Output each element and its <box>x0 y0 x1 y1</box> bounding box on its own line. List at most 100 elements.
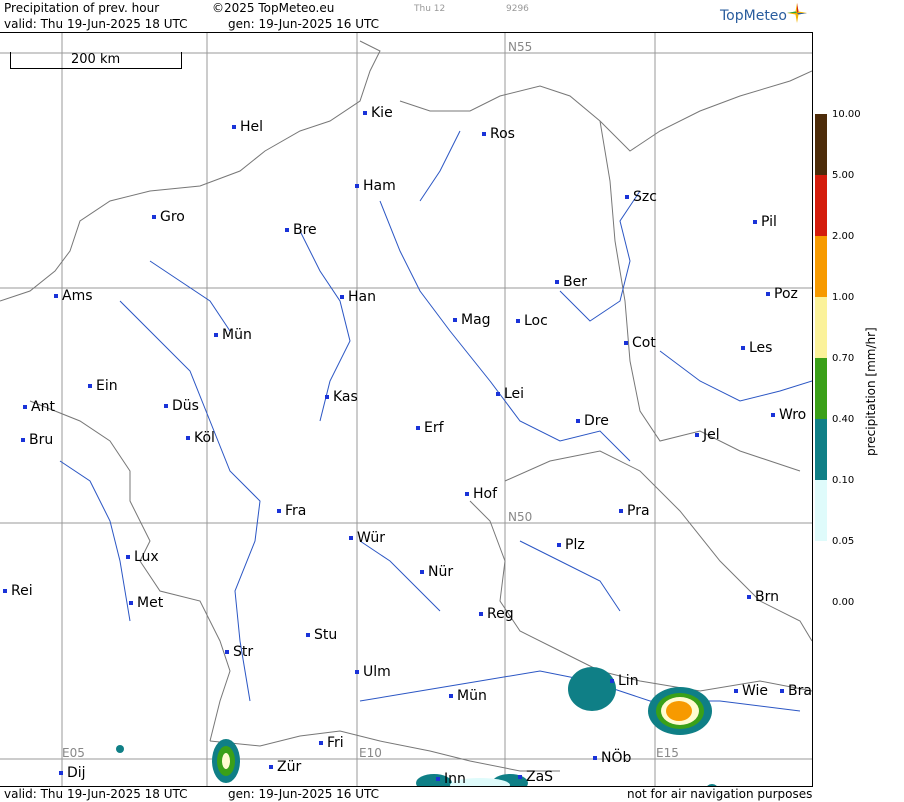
city-marker[interactable]: Wro <box>771 407 806 423</box>
city-marker[interactable]: Plz <box>557 537 585 553</box>
copyright: ©2025 TopMeteo.eu <box>212 1 335 15</box>
city-dot <box>449 694 453 698</box>
map-title: Precipitation of prev. hour <box>4 1 160 15</box>
scale-label: 200 km <box>71 52 121 67</box>
city-marker[interactable]: Erf <box>416 420 444 436</box>
city-marker[interactable]: Lux <box>126 549 159 565</box>
city-dot <box>465 492 469 496</box>
city-dot <box>277 509 281 513</box>
legend-swatch <box>815 175 827 236</box>
city-marker[interactable]: Mün <box>449 688 487 704</box>
city-marker[interactable]: Ams <box>54 288 93 304</box>
legend-swatch <box>815 297 827 358</box>
city-dot <box>186 436 190 440</box>
grid-label-n55: N55 <box>508 40 533 54</box>
legend-swatch <box>815 114 827 175</box>
city-dot <box>363 111 367 115</box>
city-dot <box>54 294 58 298</box>
city-marker[interactable]: Lei <box>496 386 524 402</box>
city-marker[interactable]: Mag <box>453 312 491 328</box>
city-marker[interactable]: Wie <box>734 683 768 699</box>
city-marker[interactable]: Lin <box>610 673 639 689</box>
city-marker[interactable]: Fri <box>319 735 344 751</box>
city-marker[interactable]: Ber <box>555 274 587 290</box>
city-marker[interactable]: Düs <box>164 398 199 414</box>
city-marker[interactable]: Cot <box>624 335 656 351</box>
city-marker[interactable]: Ant <box>23 399 55 415</box>
city-marker[interactable]: Les <box>741 340 772 356</box>
city-marker[interactable]: Fra <box>277 503 306 519</box>
legend-tick: 0.10 <box>832 475 855 486</box>
grid-label-e15: E15 <box>656 746 679 760</box>
city-dot <box>325 395 329 399</box>
city-marker[interactable]: Bre <box>285 222 317 238</box>
city-dot <box>557 543 561 547</box>
city-dot <box>771 413 775 417</box>
city-marker[interactable]: Pil <box>753 214 777 230</box>
city-marker[interactable]: Zür <box>269 759 301 775</box>
city-marker[interactable]: Dre <box>576 413 609 429</box>
city-marker[interactable]: NÖb <box>593 750 631 766</box>
city-dot <box>416 426 420 430</box>
city-marker[interactable]: Bra <box>780 683 812 699</box>
legend-tick: 0.05 <box>832 536 855 547</box>
city-dot <box>129 601 133 605</box>
precipitation-map[interactable]: N55 N50 E05 E10 E15 Kie Hel Ros Ham Szc … <box>0 32 813 787</box>
legend-tick: 0.40 <box>832 414 855 425</box>
city-marker[interactable]: Kie <box>363 105 393 121</box>
city-dot <box>482 132 486 136</box>
city-marker[interactable]: Ulm <box>355 664 391 680</box>
city-dot <box>624 341 628 345</box>
city-marker[interactable]: Ros <box>482 126 515 142</box>
city-marker[interactable]: Kas <box>325 389 358 405</box>
city-dot <box>269 765 273 769</box>
city-marker[interactable]: Mün <box>214 327 252 343</box>
city-marker[interactable]: Han <box>340 289 376 305</box>
footer-valid: valid: Thu 19-Jun-2025 18 UTC <box>4 787 188 801</box>
city-marker[interactable]: Dij <box>59 765 86 781</box>
city-dot <box>319 741 323 745</box>
city-marker[interactable]: Gro <box>152 209 185 225</box>
city-dot <box>555 280 559 284</box>
legend-tick: 1.00 <box>832 292 855 303</box>
small-label-2: 9296 <box>506 4 529 14</box>
city-marker[interactable]: Bru <box>21 432 53 448</box>
city-marker[interactable]: Reg <box>479 606 514 622</box>
city-marker[interactable]: Stu <box>306 627 337 643</box>
city-marker[interactable]: Szc <box>625 189 657 205</box>
legend-swatch <box>815 236 827 297</box>
city-marker[interactable]: Köl <box>186 430 215 446</box>
city-dot <box>436 777 440 781</box>
city-marker[interactable]: Inn <box>436 771 466 787</box>
city-marker[interactable]: Str <box>225 644 253 660</box>
legend-swatch <box>815 480 827 541</box>
city-dot <box>625 195 629 199</box>
city-marker[interactable]: Loc <box>516 313 548 329</box>
city-marker[interactable]: Nür <box>420 564 453 580</box>
city-marker[interactable]: Brn <box>747 589 779 605</box>
city-marker[interactable]: Rei <box>3 583 33 599</box>
city-marker[interactable]: Met <box>129 595 163 611</box>
city-dot <box>355 184 359 188</box>
city-marker[interactable]: Hof <box>465 486 497 502</box>
city-marker[interactable]: Pra <box>619 503 650 519</box>
generated-time: gen: 19-Jun-2025 16 UTC <box>228 17 380 31</box>
city-dot <box>747 595 751 599</box>
legend-tick: 0.70 <box>832 353 855 364</box>
city-marker[interactable]: Poz <box>766 286 798 302</box>
legend-unit: precipitation [mm/hr] <box>864 327 878 456</box>
city-marker[interactable]: Wür <box>349 530 385 546</box>
city-dot <box>741 346 745 350</box>
city-dot <box>23 405 27 409</box>
city-marker[interactable]: Jel <box>695 427 720 443</box>
city-marker[interactable]: Ein <box>88 378 118 394</box>
city-dot <box>734 689 738 693</box>
city-dot <box>479 612 483 616</box>
city-dot <box>88 384 92 388</box>
city-dot <box>766 292 770 296</box>
footer-note: not for air navigation purposes <box>627 787 813 801</box>
city-marker[interactable]: Ham <box>355 178 396 194</box>
city-marker[interactable]: ZaS <box>518 769 553 785</box>
city-marker[interactable]: Hel <box>232 119 263 135</box>
grid-label-e10: E10 <box>359 746 382 760</box>
